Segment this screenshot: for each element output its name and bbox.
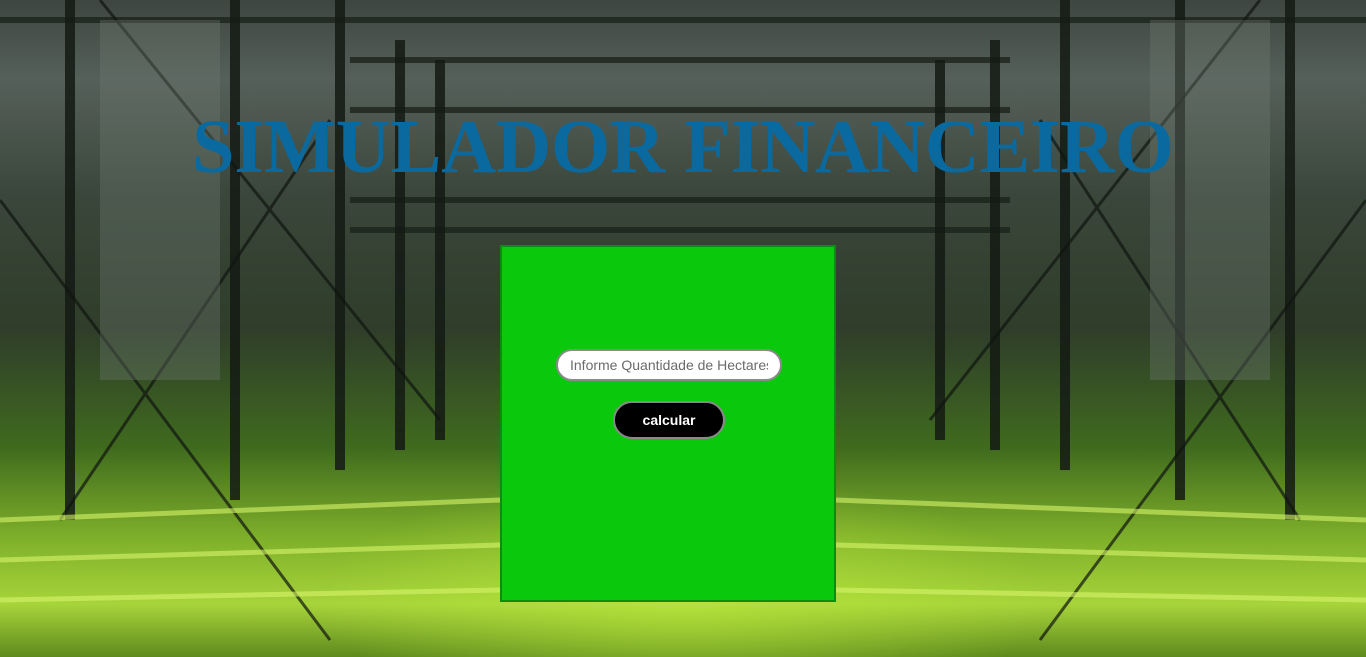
hectares-input[interactable] — [556, 349, 782, 381]
page-title: SIMULADOR FINANCEIRO — [192, 105, 1174, 189]
simulator-form-panel: calcular — [500, 245, 836, 602]
calculate-button[interactable]: calcular — [613, 401, 725, 439]
